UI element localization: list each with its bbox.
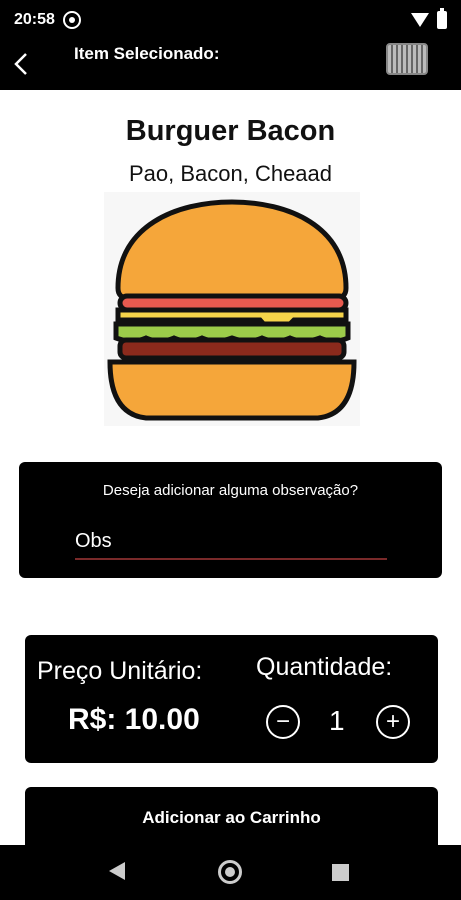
page-title: Item Selecionado: [74,44,220,63]
plus-circle-icon[interactable]: + [376,705,410,739]
add-to-cart-button[interactable]: Adicionar ao Carrinho [25,787,438,847]
observation-card: Deseja adicionar alguma observação? Obs [19,462,442,578]
item-description: Pao, Bacon, Cheaad [128,161,333,186]
back-arrow-icon[interactable] [10,50,34,78]
unit-price-value: R$: 10.00 [68,703,200,736]
price-card: Preço Unitário: Quantidade: R$: 10.00 − … [25,635,438,763]
unit-price-label: Preço Unitário: [37,657,203,685]
app-bar: Item Selecionado: [0,40,461,90]
cart-image-icon[interactable] [386,43,428,75]
burger-image [104,192,360,426]
system-nav-bar [0,845,461,900]
observation-input[interactable]: Obs [75,528,387,560]
nav-recents-icon[interactable] [332,864,349,881]
status-icons [411,8,447,29]
observation-question: Deseja adicionar alguma observação? [102,482,359,499]
wifi-icon [411,13,429,27]
nav-back-icon[interactable] [109,862,125,880]
whatsapp-icon [62,11,81,29]
status-time: 20:58 [14,11,55,28]
minus-circle-icon[interactable]: − [266,705,300,739]
quantity-value: 1 [329,705,345,736]
status-bar: 20:58 [0,0,461,40]
nav-home-icon[interactable] [218,860,242,884]
quantity-label: Quantidade: [256,653,393,681]
observation-input-value[interactable]: Obs [75,530,112,553]
item-name: Burguer Bacon [125,115,336,147]
battery-icon [437,8,447,29]
